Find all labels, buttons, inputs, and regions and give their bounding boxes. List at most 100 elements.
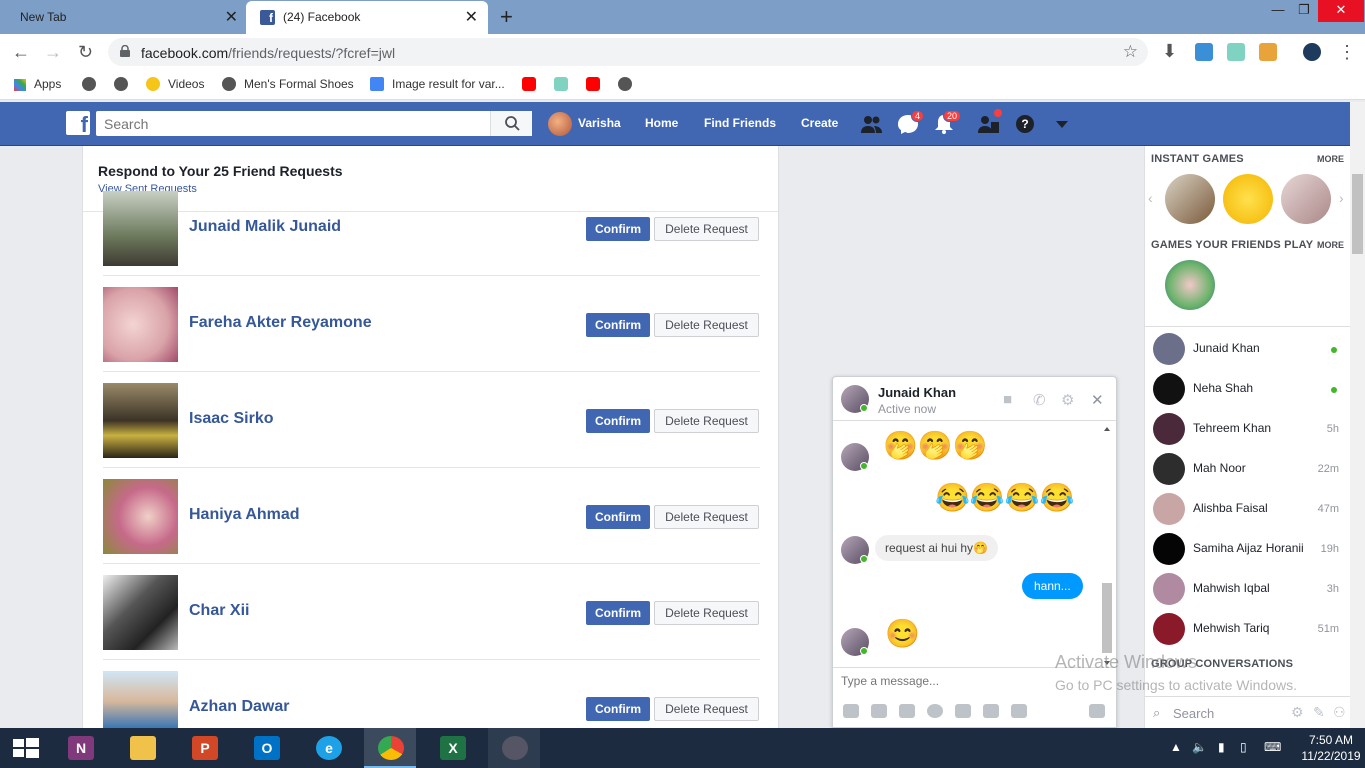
close-icon[interactable]: ✕: [465, 7, 478, 27]
bookmark-star-icon[interactable]: ☆: [1123, 42, 1138, 62]
contact-item[interactable]: Mah Noor 22m: [1145, 448, 1351, 488]
gear-icon[interactable]: ⚙: [1061, 391, 1074, 409]
contact-item[interactable]: Mehwish Tariq 51m: [1145, 608, 1351, 648]
delete-request-button[interactable]: Delete Request: [654, 601, 759, 625]
excel-taskbar-item[interactable]: X: [426, 728, 478, 768]
chevron-left-icon[interactable]: ‹: [1148, 190, 1153, 206]
extension-icon[interactable]: [1259, 43, 1277, 61]
confirm-button[interactable]: Confirm: [586, 601, 650, 625]
extension-icon[interactable]: [554, 77, 576, 91]
forward-icon[interactable]: →: [44, 42, 62, 63]
restore-icon[interactable]: ❐: [1290, 0, 1318, 22]
compose-icon[interactable]: ✎: [1313, 704, 1325, 721]
delete-request-button[interactable]: Delete Request: [654, 697, 759, 721]
back-icon[interactable]: ←: [12, 42, 30, 63]
chat-header[interactable]: Junaid Khan Active now ■ ✆ ⚙ ✕: [833, 377, 1116, 421]
youtube-icon[interactable]: [586, 77, 608, 91]
game-icon[interactable]: [1165, 174, 1215, 224]
bookmark-apps[interactable]: Apps: [14, 77, 61, 91]
onenote-taskbar-item[interactable]: N: [54, 728, 106, 768]
network-icon[interactable]: ▮: [1218, 740, 1225, 754]
camera-icon[interactable]: [1011, 704, 1027, 718]
chevron-down-icon[interactable]: [1051, 114, 1073, 134]
emoji-icon[interactable]: [927, 704, 943, 718]
contact-item[interactable]: Junaid Khan: [1145, 328, 1351, 368]
contact-item[interactable]: Mahwish Iqbal 3h: [1145, 568, 1351, 608]
attachment-icon[interactable]: [983, 704, 999, 718]
reload-icon[interactable]: ↻: [78, 42, 93, 63]
profile-link[interactable]: Varisha: [578, 116, 621, 130]
download-icon[interactable]: ⬇: [1162, 41, 1177, 62]
page-scrollbar[interactable]: [1350, 102, 1365, 728]
avatar[interactable]: [103, 383, 178, 458]
bookmark-image-result[interactable]: Image result for var...: [370, 77, 505, 91]
ludo-game-icon[interactable]: [1165, 260, 1215, 310]
chevron-right-icon[interactable]: ›: [1339, 190, 1344, 206]
confirm-button[interactable]: Confirm: [586, 505, 650, 529]
nav-home[interactable]: Home: [645, 116, 678, 130]
file-explorer-taskbar-item[interactable]: [116, 728, 168, 768]
requester-name[interactable]: Isaac Sirko: [189, 410, 274, 428]
facebook-logo-icon[interactable]: f: [66, 111, 90, 135]
phone-icon[interactable]: ✆: [1033, 391, 1046, 409]
keyboard-language-icon[interactable]: ⌨: [1264, 740, 1281, 754]
more-link[interactable]: MORE: [1317, 240, 1344, 250]
nav-find-friends[interactable]: Find Friends: [704, 116, 776, 130]
sidebar-search[interactable]: ⌕ Search ⚙ ✎ ⚇: [1145, 696, 1351, 728]
extension-icon[interactable]: [1195, 43, 1213, 61]
chat-scrollbar[interactable]: [1101, 423, 1113, 669]
avatar[interactable]: [103, 575, 178, 650]
extension-icon[interactable]: [1227, 43, 1245, 61]
app-taskbar-item[interactable]: [488, 728, 540, 768]
avatar[interactable]: [103, 191, 178, 266]
outlook-taskbar-item[interactable]: O: [240, 728, 292, 768]
minimize-icon[interactable]: —: [1264, 0, 1292, 22]
menu-dots-icon[interactable]: ⋮: [1338, 42, 1356, 63]
contact-item[interactable]: Samiha Aijaz Horanii 19h: [1145, 528, 1351, 568]
requester-name[interactable]: Azhan Dawar: [189, 698, 289, 716]
nav-create[interactable]: Create: [801, 116, 838, 130]
video-call-icon[interactable]: ■: [1003, 391, 1012, 408]
fb-search-input[interactable]: [96, 111, 486, 136]
chrome-taskbar-item[interactable]: [364, 728, 416, 768]
avatar[interactable]: [103, 287, 178, 362]
game-icon[interactable]: [1281, 174, 1331, 224]
contact-item[interactable]: Alishba Faisal 47m: [1145, 488, 1351, 528]
address-bar[interactable]: facebook.com/friends/requests/?fcref=jwl…: [108, 38, 1148, 66]
globe-icon[interactable]: [114, 77, 136, 91]
scrollbar-thumb[interactable]: [1352, 174, 1363, 254]
smiley-game-icon[interactable]: [1223, 174, 1273, 224]
globe-icon[interactable]: [82, 77, 104, 91]
photo-icon[interactable]: [843, 704, 859, 718]
search-button[interactable]: [490, 111, 532, 136]
requester-name[interactable]: Char Xii: [189, 602, 249, 620]
bookmark-videos[interactable]: Videos: [146, 77, 204, 91]
powerpoint-taskbar-item[interactable]: P: [178, 728, 230, 768]
delete-request-button[interactable]: Delete Request: [654, 313, 759, 337]
help-icon[interactable]: ?: [1014, 114, 1036, 134]
avatar[interactable]: [103, 671, 178, 728]
close-icon[interactable]: ✕: [225, 7, 238, 27]
confirm-button[interactable]: Confirm: [586, 217, 650, 241]
new-group-icon[interactable]: ⚇: [1333, 704, 1346, 721]
show-hidden-icons-icon[interactable]: ▲: [1170, 740, 1182, 754]
window-close-icon[interactable]: ✕: [1318, 0, 1364, 22]
delete-request-button[interactable]: Delete Request: [654, 409, 759, 433]
delete-request-button[interactable]: Delete Request: [654, 217, 759, 241]
gif-icon[interactable]: [899, 704, 915, 718]
link-icon[interactable]: [955, 704, 971, 718]
friend-requests-icon[interactable]: [861, 114, 883, 134]
gear-icon[interactable]: ⚙: [1291, 704, 1304, 721]
battery-icon[interactable]: ▯: [1240, 740, 1247, 754]
more-link[interactable]: MORE: [1317, 154, 1344, 164]
chat-contact-name[interactable]: Junaid Khan: [878, 385, 956, 400]
sticker-icon[interactable]: [871, 704, 887, 718]
avatar[interactable]: [103, 479, 178, 554]
start-button[interactable]: [0, 728, 52, 768]
like-icon[interactable]: [1089, 704, 1105, 718]
tab-facebook[interactable]: f (24) Facebook ✕: [246, 1, 488, 34]
avatar[interactable]: [548, 112, 572, 136]
confirm-button[interactable]: Confirm: [586, 313, 650, 337]
requester-name[interactable]: Haniya Ahmad: [189, 506, 300, 524]
requester-name[interactable]: Fareha Akter Reyamone: [189, 314, 372, 332]
